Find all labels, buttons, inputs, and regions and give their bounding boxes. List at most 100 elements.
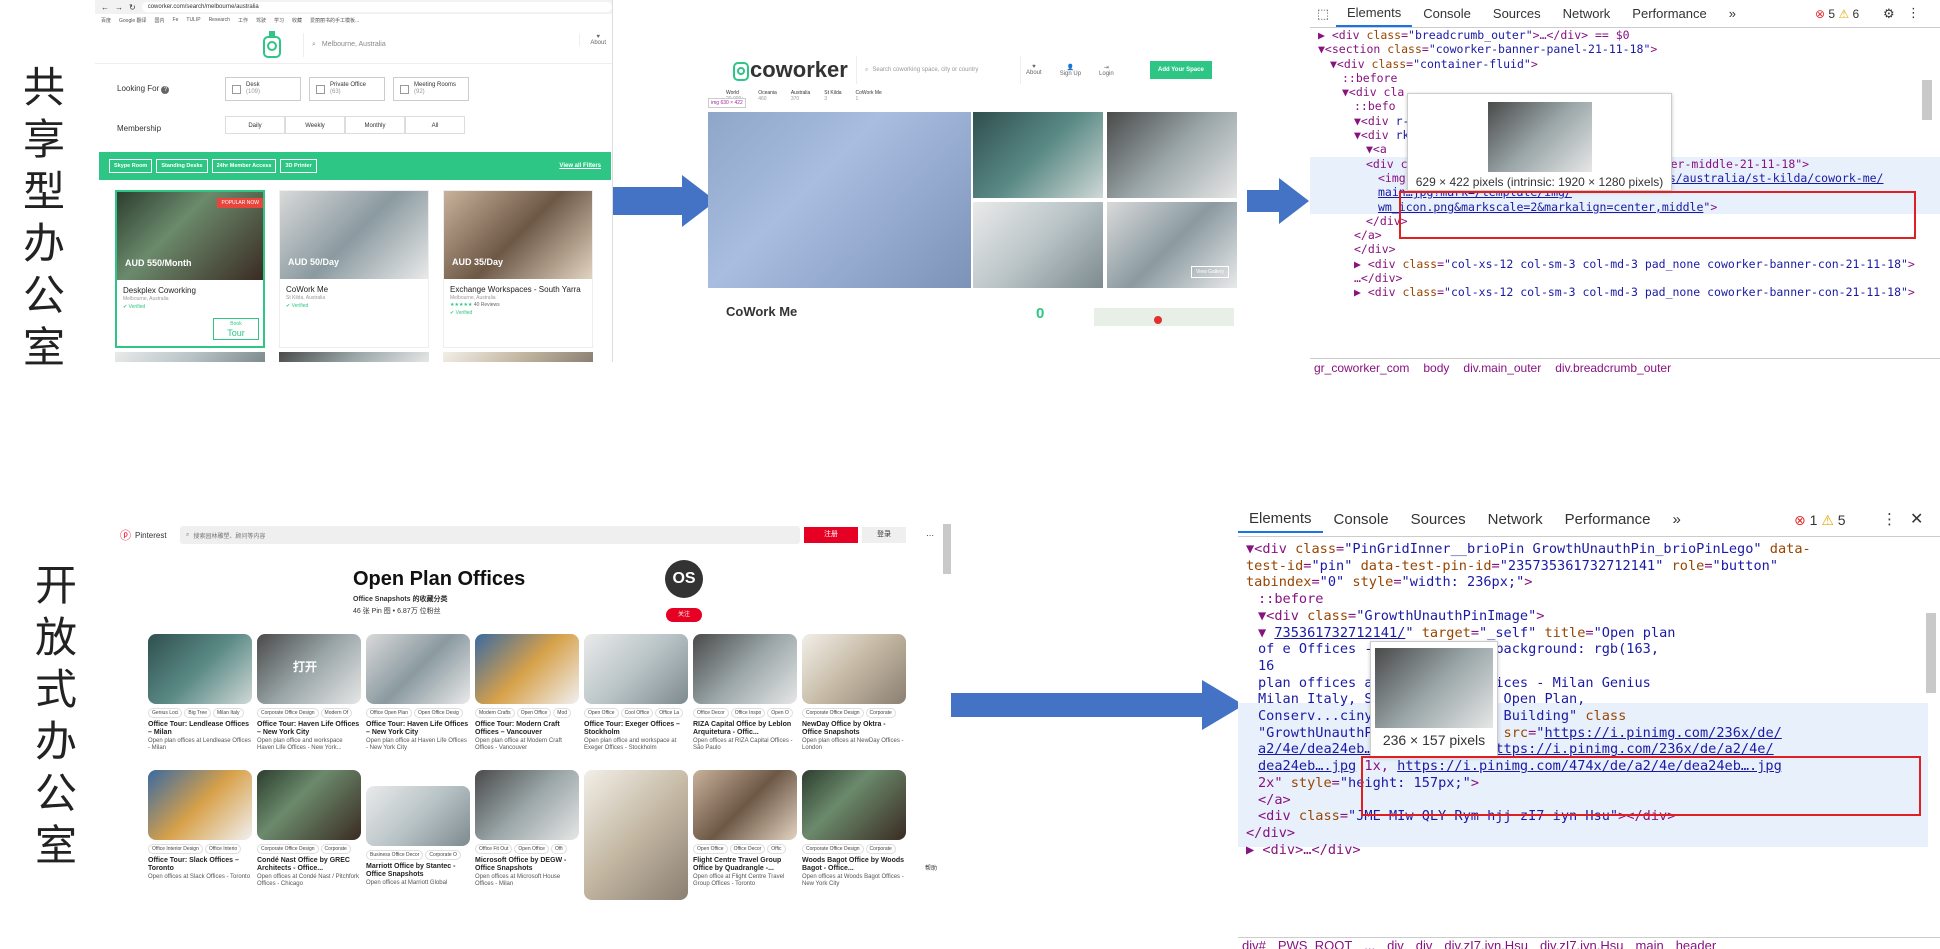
pin-image[interactable]: [257, 770, 361, 840]
dom-node-line[interactable]: </div>: [1310, 242, 1940, 256]
dom-breadcrumb-item[interactable]: div.zI7.iyn.Hsu: [1540, 938, 1624, 949]
devtools-tab-elements[interactable]: Elements: [1336, 1, 1413, 27]
pin-title[interactable]: Office Tour: Haven Life Offices – New Yo…: [366, 721, 470, 737]
pin-card[interactable]: Genius Loci Big Tree Milan Italy Office Tou…: [148, 634, 252, 752]
scrollbar[interactable]: [1926, 613, 1936, 693]
devtools-tab-sources[interactable]: Sources: [1400, 511, 1477, 528]
filter-chip[interactable]: Standing Desks: [156, 159, 208, 173]
forward-icon[interactable]: →: [115, 3, 123, 12]
pin-tag[interactable]: Modern Of: [320, 708, 353, 718]
pin-image[interactable]: [584, 634, 688, 704]
pin-tag[interactable]: Office La: [655, 708, 684, 718]
pin-card[interactable]: Open Office Office Decor Offic Flight Centr…: [693, 770, 797, 888]
pin-card[interactable]: Corporate Office Design Corporate NewDay O…: [802, 634, 906, 752]
space-photo[interactable]: AUD 50/Day: [280, 191, 428, 279]
space-name[interactable]: Deskplex Coworking: [123, 286, 257, 295]
signup-button[interactable]: 注册: [804, 527, 858, 543]
pin-image[interactable]: [802, 634, 906, 704]
dom-node-line[interactable]: ▼<div class="GrowthUnauthPinImage">: [1238, 608, 1940, 625]
pin-card[interactable]: Office Fit Out Open Office Offi Microsoft O…: [475, 770, 579, 888]
bookmark-item[interactable]: 驾驶: [256, 17, 266, 24]
dom-breadcrumb-item[interactable]: PWS_ROOT: [1278, 938, 1352, 949]
nav-about[interactable]: ♥ About: [1026, 64, 1042, 77]
pin-tag[interactable]: Modern Crafts: [475, 708, 515, 718]
dom-node-line[interactable]: ▼<div class="PinGridInner__brioPin Growt…: [1238, 541, 1940, 558]
pin-tag[interactable]: Cool Office: [620, 708, 654, 718]
bookmark-item[interactable]: 学习: [274, 17, 284, 24]
filter-chip[interactable]: 24hr Member Access: [211, 159, 277, 173]
pin-tag[interactable]: Genius Loci: [148, 708, 183, 718]
pin-title[interactable]: Office Tour: Lendlease Offices – Milan: [148, 721, 252, 737]
dom-breadcrumb-item[interactable]: div: [1416, 938, 1433, 949]
avatar[interactable]: OS: [665, 560, 703, 598]
pin-image[interactable]: [584, 770, 688, 900]
scrollbar[interactable]: [1922, 80, 1932, 120]
pin-image[interactable]: [366, 634, 470, 704]
pin-tag[interactable]: Corporate: [865, 844, 896, 854]
search-input[interactable]: ⌕ 搜索园林雕塑、顾问等内容: [180, 526, 800, 544]
view-all-filters-link[interactable]: View all Filters: [559, 163, 601, 169]
pin-image[interactable]: [693, 634, 797, 704]
membership-option[interactable]: Monthly: [345, 116, 405, 134]
review-count[interactable]: 40 Reviews: [474, 302, 500, 308]
pin-image[interactable]: [802, 770, 906, 840]
dom-node-line[interactable]: test-id="pin" data-test-pin-id="23573536…: [1238, 558, 1940, 575]
pin-tag[interactable]: Office Fit Out: [475, 844, 513, 854]
more-options-icon[interactable]: ⋮: [1882, 510, 1897, 528]
dom-node-line[interactable]: Conserv...ciny Layout, Tours, Building" …: [1238, 708, 1940, 725]
pin-tag[interactable]: Mod: [553, 708, 572, 718]
pin-card[interactable]: Office Interior Design Office Interio Offi…: [148, 770, 252, 881]
dom-node-line[interactable]: ▶ <div>…</div>: [1238, 842, 1940, 859]
dom-breadcrumb-item[interactable]: div.zI7.iyn.Hsu: [1444, 938, 1528, 949]
devtools-tab-console[interactable]: Console: [1323, 511, 1400, 528]
bookmark-item[interactable]: Fe: [173, 17, 179, 23]
login-button[interactable]: 登录: [862, 527, 906, 543]
pin-image[interactable]: 打开: [257, 634, 361, 704]
main-photo-highlighted[interactable]: [708, 112, 971, 288]
bookmark-item[interactable]: 收藏: [292, 17, 302, 24]
dom-node-line[interactable]: "GrowthUnauthPinImage__Image" src="https…: [1238, 725, 1940, 742]
pin-tag[interactable]: Office Open Plan: [366, 708, 412, 718]
pin-tag[interactable]: Open Office Desig: [414, 708, 463, 718]
dom-node-line[interactable]: Milan Italy, Space Furniture, Open Plan,: [1238, 691, 1940, 708]
dom-breadcrumb-item[interactable]: main: [1636, 938, 1664, 949]
space-card[interactable]: AUD 50/Day CoWork Me St Kilda, Australia ✔ …: [279, 190, 429, 348]
bookmark-item[interactable]: TULIP: [186, 17, 200, 23]
devtools-tab-network[interactable]: Network: [1552, 6, 1622, 21]
logo-icon[interactable]: [261, 30, 283, 59]
dom-breadcrumb-item[interactable]: header: [1676, 938, 1716, 949]
pin-tag[interactable]: Corporate: [865, 708, 896, 718]
board-owner[interactable]: Office Snapshots 的收藏分类: [353, 594, 448, 604]
pin-image[interactable]: [693, 770, 797, 840]
close-icon[interactable]: ✕: [1910, 509, 1923, 529]
dom-node-line[interactable]: tabindex="0" style="width: 236px;">: [1238, 574, 1940, 591]
pin-image[interactable]: [366, 786, 470, 846]
pin-card[interactable]: Corporate Office Design Corporate Condé Na…: [257, 770, 361, 888]
pin-tag[interactable]: Office Decor: [729, 844, 766, 854]
pin-card[interactable]: [584, 770, 688, 900]
pin-image[interactable]: [148, 770, 252, 840]
pin-title[interactable]: Office Tour: Slack Offices – Toronto: [148, 857, 252, 873]
pin-tag[interactable]: Big Tree: [184, 708, 212, 718]
follow-button[interactable]: 关注: [666, 608, 702, 622]
pin-title[interactable]: Office Tour: Exeger Offices – Stockholm: [584, 721, 688, 737]
gallery-photo[interactable]: [973, 112, 1103, 198]
dom-node-line[interactable]: plan offices at Lendlease Offices - Mila…: [1238, 675, 1940, 692]
about-link[interactable]: ♥ About: [579, 34, 606, 46]
dom-node-line[interactable]: of e Offices - Milan" style="background:…: [1238, 641, 1940, 658]
breadcrumb-item[interactable]: Oceania 460: [758, 90, 777, 102]
reload-icon[interactable]: ↻: [129, 3, 136, 12]
space-name[interactable]: Exchange Workspaces - South Yarra: [450, 285, 586, 294]
pin-title[interactable]: NewDay Office by Oktra - Office Snapshot…: [802, 721, 906, 737]
bookmark-item[interactable]: Research: [209, 17, 230, 23]
space-card[interactable]: AUD 35/Day Exchange Workspaces - South Ya…: [443, 190, 593, 348]
pin-tag[interactable]: Corporate O: [425, 850, 461, 860]
devtools-tab-performance[interactable]: Performance: [1554, 511, 1662, 528]
pin-title[interactable]: Flight Centre Travel Group Office by Qua…: [693, 857, 797, 873]
dom-node-line[interactable]: ▶ <div class="col-xs-12 col-sm-3 col-md-…: [1310, 257, 1940, 271]
pin-image[interactable]: [475, 770, 579, 840]
pin-card[interactable]: Office Open Plan Open Office Desig Office …: [366, 634, 470, 752]
dom-node-line[interactable]: ▶ <div class="col-xs-12 col-sm-3 col-md-…: [1310, 285, 1940, 299]
pin-tag[interactable]: Offic: [767, 844, 786, 854]
pin-tag[interactable]: Corporate Office Design: [257, 844, 319, 854]
